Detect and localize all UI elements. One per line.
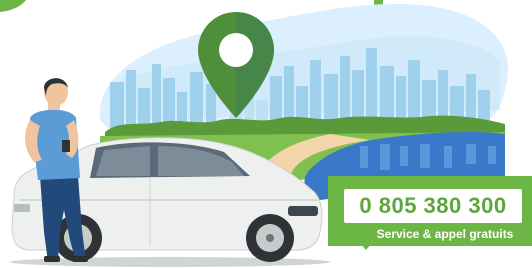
service-label: Service & appel gratuits [376,227,514,241]
phone-number-link[interactable]: 0 805 380 300 [344,189,522,223]
phone-number: 0 805 380 300 [359,193,507,218]
decorative-swoosh [0,0,26,12]
